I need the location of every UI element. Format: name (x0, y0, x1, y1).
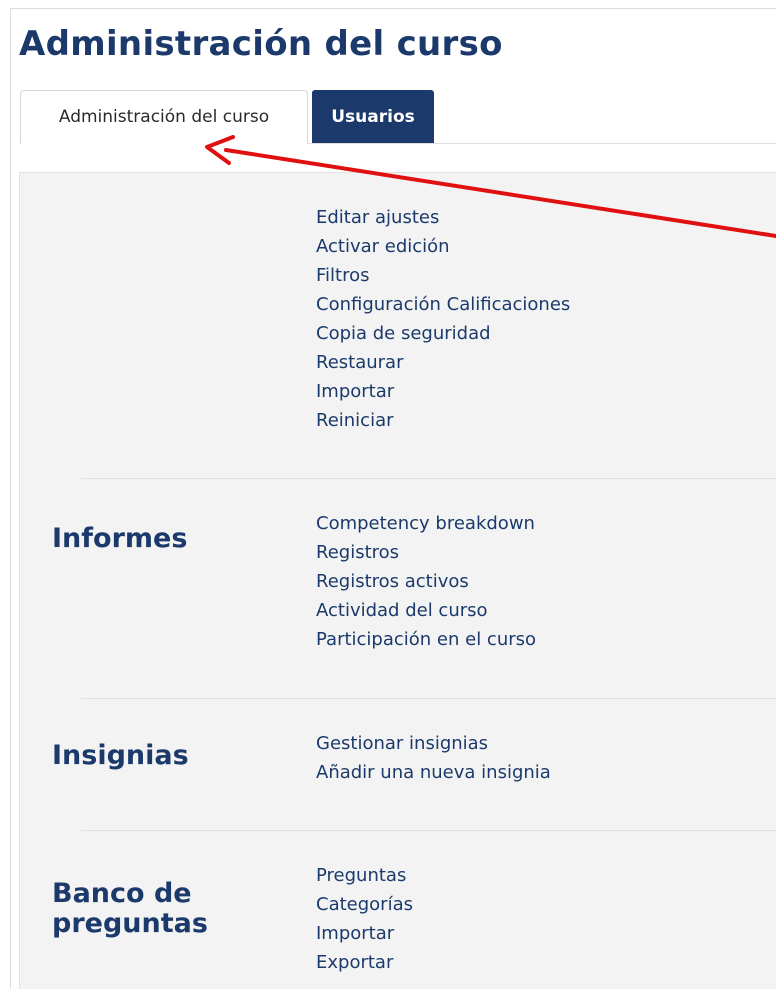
section-badges: Insignias Gestionar insignias Añadir una… (20, 699, 776, 830)
tab-label: Usuarios (331, 106, 415, 127)
link-add-badge[interactable]: Añadir una nueva insignia (316, 758, 551, 787)
tab-users[interactable]: Usuarios (312, 90, 434, 143)
frame-border-left (10, 8, 11, 989)
link-restore[interactable]: Restaurar (316, 348, 570, 377)
tab-label: Administración del curso (58, 107, 270, 127)
reports-links: Competency breakdown Registros Registros… (316, 509, 536, 654)
course-links: Editar ajustes Activar edición Filtros C… (316, 203, 570, 435)
page-title: Administración del curso (19, 24, 503, 64)
link-question-import[interactable]: Importar (316, 919, 413, 948)
link-categories[interactable]: Categorías (316, 890, 413, 919)
link-course-participation[interactable]: Participación en el curso (316, 625, 536, 654)
course-admin-page: Administración del curso Administración … (0, 0, 776, 989)
section-heading-badges: Insignias (52, 740, 189, 771)
link-reset[interactable]: Reiniciar (316, 406, 570, 435)
section-reports: Informes Competency breakdown Registros … (20, 479, 776, 698)
link-backup[interactable]: Copia de seguridad (316, 319, 570, 348)
section-question-bank: Banco de preguntas Preguntas Categorías … (20, 831, 776, 989)
link-filters[interactable]: Filtros (316, 261, 570, 290)
frame-border-top (10, 8, 776, 9)
link-logs[interactable]: Registros (316, 538, 536, 567)
link-question-export[interactable]: Exportar (316, 948, 413, 977)
link-gradebook-setup[interactable]: Configuración Calificaciones (316, 290, 570, 319)
link-competency-breakdown[interactable]: Competency breakdown (316, 509, 536, 538)
link-manage-badges[interactable]: Gestionar insignias (316, 729, 551, 758)
link-course-activity[interactable]: Actividad del curso (316, 596, 536, 625)
link-live-logs[interactable]: Registros activos (316, 567, 536, 596)
section-heading-reports: Informes (52, 523, 188, 554)
link-questions[interactable]: Preguntas (316, 861, 413, 890)
section-heading-question-bank: Banco de preguntas (52, 878, 208, 939)
badges-links: Gestionar insignias Añadir una nueva ins… (316, 729, 551, 787)
link-edit-settings[interactable]: Editar ajustes (316, 203, 570, 232)
question-bank-links: Preguntas Categorías Importar Exportar (316, 861, 413, 977)
link-turn-editing-on[interactable]: Activar edición (316, 232, 570, 261)
tab-course-administration[interactable]: Administración del curso (20, 90, 308, 144)
section-course: Editar ajustes Activar edición Filtros C… (20, 173, 776, 478)
link-import[interactable]: Importar (316, 377, 570, 406)
admin-panel: Editar ajustes Activar edición Filtros C… (19, 172, 776, 989)
